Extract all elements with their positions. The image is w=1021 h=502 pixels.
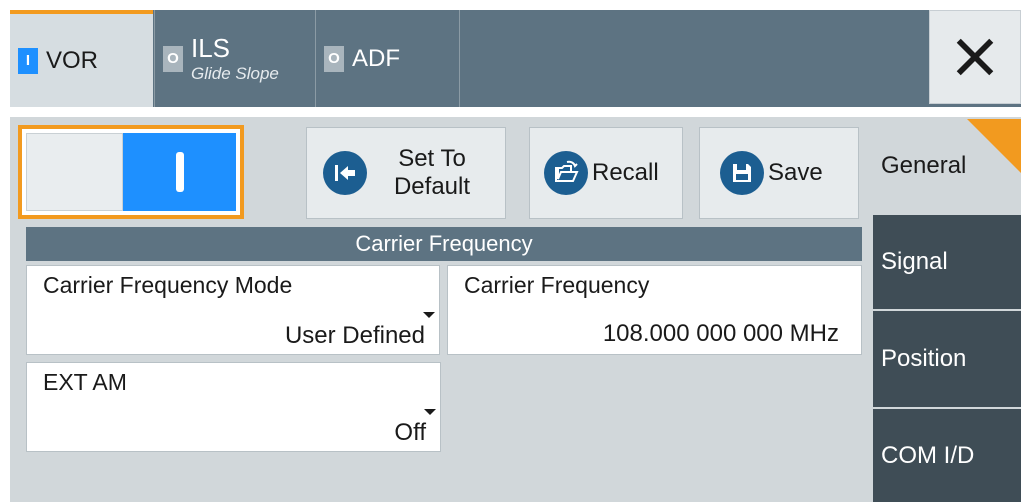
close-button[interactable] bbox=[929, 10, 1021, 104]
ext-am-value: Off bbox=[394, 419, 426, 446]
ext-am-label: EXT AM bbox=[43, 369, 127, 395]
tab-ils[interactable]: O ILS Glide Slope bbox=[154, 10, 315, 107]
side-tab-bar: General Signal Position COM I/D bbox=[873, 117, 1021, 502]
side-tab-com-id[interactable]: COM I/D bbox=[873, 407, 1021, 502]
tab-ils-sublabel: Glide Slope bbox=[191, 64, 279, 83]
side-tab-general-label: General bbox=[881, 152, 967, 179]
side-tab-com-id-label: COM I/D bbox=[881, 441, 975, 469]
tab-adf-label: ADF bbox=[352, 44, 400, 72]
recall-label: Recall bbox=[592, 159, 659, 186]
side-tab-signal-label: Signal bbox=[881, 248, 948, 275]
toggle-on-mark bbox=[175, 152, 184, 192]
state-toggle[interactable] bbox=[18, 125, 244, 219]
save-label: Save bbox=[768, 159, 823, 186]
floppy-disk-icon bbox=[720, 151, 764, 195]
dropdown-caret-icon bbox=[423, 312, 435, 318]
carrier-frequency-mode-field[interactable]: Carrier Frequency Mode User Defined bbox=[26, 265, 440, 355]
section-header-carrier-frequency: Carrier Frequency bbox=[26, 227, 862, 261]
tab-adf-state-indicator: O bbox=[324, 45, 344, 72]
main-panel: Set To Default Recall Save Carrier Frequ… bbox=[10, 117, 1021, 502]
tab-adf[interactable]: O ADF bbox=[315, 10, 460, 107]
set-to-default-button[interactable]: Set To Default bbox=[306, 127, 506, 219]
set-to-default-label: Set To Default bbox=[393, 145, 471, 200]
side-tab-position[interactable]: Position bbox=[873, 309, 1021, 407]
side-tab-general[interactable]: General bbox=[873, 117, 1021, 213]
recall-button[interactable]: Recall bbox=[529, 127, 683, 219]
ext-am-field[interactable]: EXT AM Off bbox=[26, 362, 441, 452]
close-icon bbox=[956, 38, 994, 76]
carrier-frequency-mode-value: User Defined bbox=[284, 322, 425, 349]
arrow-left-into-bar-icon bbox=[323, 151, 367, 195]
dropdown-caret-icon bbox=[424, 409, 436, 415]
folder-open-icon bbox=[544, 151, 588, 195]
tab-ils-label: ILS bbox=[191, 33, 231, 63]
side-tab-signal[interactable]: Signal bbox=[873, 213, 1021, 309]
tab-ils-state-indicator: O bbox=[163, 45, 183, 72]
carrier-frequency-value: 108.000 000 000 MHz bbox=[602, 320, 839, 347]
tab-vor-state-indicator: I bbox=[18, 47, 38, 74]
active-corner-marker bbox=[967, 119, 1021, 173]
carrier-frequency-mode-label: Carrier Frequency Mode bbox=[43, 272, 293, 298]
carrier-frequency-label: Carrier Frequency bbox=[464, 272, 650, 298]
tab-vor[interactable]: I VOR bbox=[10, 10, 153, 107]
carrier-frequency-field[interactable]: Carrier Frequency 108.000 000 000 MHz bbox=[447, 265, 862, 355]
side-tab-position-label: Position bbox=[881, 345, 967, 372]
toggle-off-segment bbox=[26, 133, 123, 211]
tab-bar: I VOR O ILS Glide Slope O ADF bbox=[10, 10, 1021, 107]
save-button[interactable]: Save bbox=[699, 127, 859, 219]
toggle-on-segment bbox=[123, 133, 236, 211]
tab-vor-label: VOR bbox=[46, 46, 99, 74]
vor-settings-dialog: I VOR O ILS Glide Slope O ADF Set To Def… bbox=[0, 0, 1021, 502]
